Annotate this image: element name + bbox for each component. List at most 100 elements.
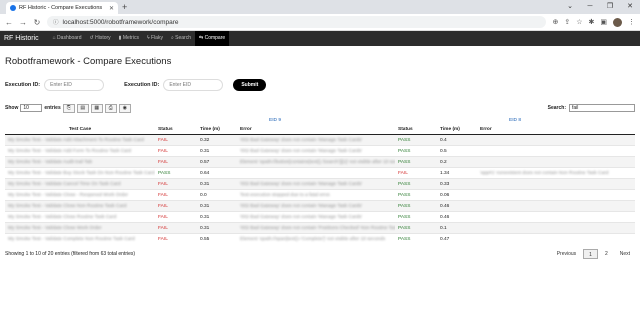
- browser-tab-bar: RF Historic - Compare Executions ✕ + ⌄ ─…: [0, 0, 640, 14]
- profile-avatar[interactable]: [613, 17, 622, 27]
- page-2-button[interactable]: 2: [600, 249, 613, 259]
- eid1-input[interactable]: [44, 79, 105, 91]
- cell-status-2: FAIL: [395, 167, 437, 179]
- app-navbar: RF Historic ⌂ Dashboard ↺ History ▮ Metr…: [0, 31, 640, 46]
- metrics-icon: ▮: [118, 35, 122, 41]
- cell-time-1: 0.32: [197, 134, 237, 146]
- cell-status-2: PASS: [395, 189, 437, 201]
- cell-time-1: 0.57: [197, 156, 237, 168]
- col-status-1[interactable]: Status: [155, 125, 197, 135]
- forward-icon[interactable]: →: [19, 18, 27, 27]
- search-label: Search:: [547, 105, 566, 111]
- nav-flaky[interactable]: ϟ Flaky: [143, 31, 167, 46]
- cell-time-1: 0.31: [197, 222, 237, 234]
- cell-error-2: [477, 189, 635, 201]
- new-tab-icon[interactable]: +: [122, 2, 127, 12]
- cell-error-1: '002 Bad Gateway' does not contain 'Mana…: [237, 178, 395, 190]
- cell-status-1: FAIL: [155, 222, 197, 234]
- cell-test-case: My Smoke Test - Validate Close Non Routi…: [5, 200, 155, 212]
- cell-status-1: FAIL: [155, 134, 197, 146]
- copy-button[interactable]: ⎘: [62, 103, 75, 113]
- url-field[interactable]: ⓘ localhost:5000/robotframework/compare: [47, 16, 547, 28]
- cell-error-2: [477, 134, 635, 146]
- share-icon[interactable]: ⇪: [564, 18, 570, 26]
- cell-time-1: 0.31: [197, 211, 237, 223]
- cell-error-1: '002 Bad Gateway' does not contain 'Posi…: [237, 222, 395, 234]
- col-status-2[interactable]: Status: [395, 125, 437, 135]
- cell-time-1: 0.31: [197, 178, 237, 190]
- window-controls: ⌄ ─ ❐ ✕: [560, 0, 640, 14]
- brand-logo[interactable]: RF Historic: [4, 35, 39, 42]
- minimize-icon[interactable]: ─: [580, 0, 600, 14]
- nav-metrics[interactable]: ▮ Metrics: [115, 31, 143, 46]
- search-icon: ⌕: [170, 35, 174, 41]
- entries-label: entries: [44, 105, 61, 111]
- translate-icon[interactable]: ⊕: [552, 18, 558, 26]
- cell-status-2: PASS: [395, 134, 437, 146]
- compare-form: Execution ID: Execution ID: Submit: [5, 79, 635, 91]
- submit-button[interactable]: Submit: [233, 79, 267, 91]
- nav-search[interactable]: ⌕ Search: [167, 31, 195, 46]
- table-row: My Smoke Test - Validate Buy Stock Task …: [5, 167, 635, 179]
- cell-test-case: My Smoke Test - Validate Cancel Time On …: [5, 178, 155, 190]
- nav-label: Search: [175, 35, 191, 41]
- info-icon[interactable]: ⓘ: [53, 18, 59, 26]
- cell-status-1: FAIL: [155, 200, 197, 212]
- entries-info: Showing 1 to 10 of 20 entries (filtered …: [5, 250, 136, 257]
- cell-status-2: PASS: [395, 156, 437, 168]
- table-row: My Smoke Test - Validate Add Form To Rou…: [5, 145, 635, 157]
- nav-history[interactable]: ↺ History: [86, 31, 115, 46]
- entries-select[interactable]: 10: [20, 104, 43, 112]
- cell-status-2: PASS: [395, 178, 437, 190]
- eid1-label: Execution ID:: [5, 82, 41, 88]
- page-1-button[interactable]: 1: [583, 248, 598, 259]
- reload-icon[interactable]: ↻: [33, 18, 41, 27]
- extensions-icon[interactable]: ✱: [589, 18, 595, 26]
- nav-compare[interactable]: ⇆ Compare: [195, 31, 230, 46]
- browser-tab[interactable]: RF Historic - Compare Executions ✕: [6, 2, 118, 14]
- back-icon[interactable]: ←: [5, 18, 13, 27]
- bookmark-star-icon[interactable]: ☆: [576, 18, 582, 26]
- window-menu-icon[interactable]: ⌄: [560, 0, 580, 14]
- col-error-1[interactable]: Error: [237, 125, 395, 135]
- column-header-row: Test Case Status Time (m) Error Status T…: [5, 125, 635, 135]
- dashboard-icon: ⌂: [52, 35, 56, 41]
- cell-time-2: 0.2: [437, 156, 477, 168]
- cell-status-2: PASS: [395, 200, 437, 212]
- cell-test-case: My Smoke Test - Validate Add Form To Rou…: [5, 145, 155, 157]
- excel-button[interactable]: ▦: [90, 103, 103, 113]
- maximize-icon[interactable]: ❐: [600, 0, 620, 14]
- col-time-1[interactable]: Time (m): [197, 125, 237, 135]
- table-footer: Showing 1 to 10 of 20 entries (filtered …: [5, 248, 635, 259]
- col-time-2[interactable]: Time (m): [437, 125, 477, 135]
- eid2-label: Execution ID:: [124, 82, 160, 88]
- csv-button[interactable]: ▤: [76, 103, 89, 113]
- cell-status-1: FAIL: [155, 233, 197, 245]
- close-tab-icon[interactable]: ✕: [109, 5, 114, 12]
- eid2-input[interactable]: [163, 79, 224, 91]
- search-input[interactable]: fail: [569, 104, 635, 112]
- prev-page-button[interactable]: Previous: [552, 249, 581, 259]
- cell-error-2: 'app#1' nonexistent does not contain Non…: [477, 167, 635, 179]
- browser-menu-icon[interactable]: ⋮: [628, 18, 635, 26]
- print-button[interactable]: ⎙: [104, 103, 117, 113]
- compare-icon: ⇆: [199, 35, 204, 41]
- next-page-button[interactable]: Next: [615, 249, 635, 259]
- cell-status-1: FAIL: [155, 145, 197, 157]
- col-error-2[interactable]: Error: [477, 125, 635, 135]
- nav-dashboard[interactable]: ⌂ Dashboard: [49, 31, 86, 46]
- cell-time-2: 0.46: [437, 211, 477, 223]
- table-row: My Smoke Test - Validate Complete Non Ro…: [5, 233, 635, 245]
- compare-table: EID 9 EID 8 Test Case Status Time (m) Er…: [5, 116, 635, 245]
- cell-status-2: PASS: [395, 145, 437, 157]
- column-visibility-button[interactable]: ◉: [118, 103, 131, 113]
- sidepanel-icon[interactable]: ▣: [600, 18, 607, 26]
- close-window-icon[interactable]: ✕: [620, 0, 640, 14]
- col-test-case[interactable]: Test Case: [5, 125, 155, 135]
- cell-time-1: 0.31: [197, 145, 237, 157]
- table-row: My Smoke Test - Validate Cancel Time On …: [5, 178, 635, 190]
- group-header-eid2: EID 8: [509, 118, 521, 123]
- nav-label: Metrics: [122, 35, 139, 41]
- table-row: My Smoke Test - Validate Close - Reopene…: [5, 189, 635, 201]
- cell-status-1: PASS: [155, 167, 197, 179]
